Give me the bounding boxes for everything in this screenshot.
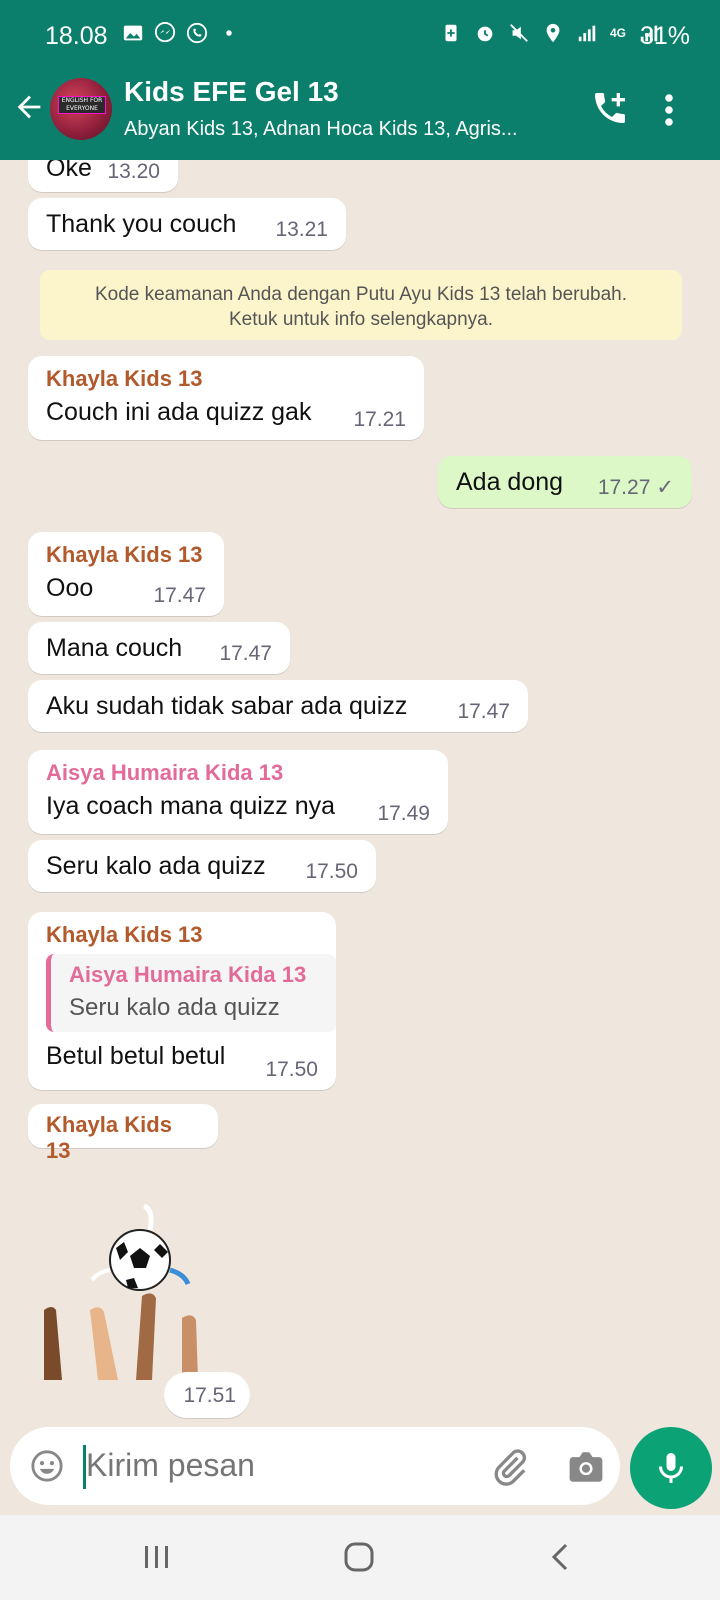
battery-percent: 31%: [639, 22, 690, 50]
message-bubble[interactable]: Khayla Kids 13: [28, 1104, 218, 1163]
quoted-message[interactable]: Aisya Humaira Kida 13 Seru kalo ada quiz…: [46, 954, 336, 1032]
sender-name: Khayla Kids 13: [46, 366, 203, 391]
sent-check-icon: ✓: [656, 476, 674, 499]
security-notice-hint: Ketuk untuk info selengkapnya.: [228, 309, 494, 330]
message-composer: [0, 1425, 720, 1515]
reply-message-bubble[interactable]: Khayla Kids 13 Aisya Humaira Kida 13 Ser…: [28, 912, 336, 1090]
group-avatar[interactable]: ENGLISH FOR EVERYONE: [50, 78, 112, 140]
soccer-ball-sticker[interactable]: [30, 1200, 230, 1380]
mic-icon: [659, 1453, 683, 1483]
system-nav-bar: [0, 1515, 720, 1600]
message-time: 17.49: [377, 802, 430, 825]
message-time: 13.21: [275, 218, 328, 241]
chat-header: ENGLISH FOR EVERYONE Kids EFE Gel 13 Aby…: [0, 72, 720, 160]
security-notice[interactable]: Kode keamanan Anda dengan Putu Ayu Kids …: [40, 270, 682, 340]
message-bubble[interactable]: Seru kalo ada quizz 17.50: [28, 840, 376, 892]
message-time: 17.21: [353, 408, 406, 431]
quoted-sender: Aisya Humaira Kida 13: [69, 962, 307, 987]
alarm-icon: [477, 26, 493, 42]
add-call-icon[interactable]: [590, 88, 630, 128]
battery-saver-icon: [445, 24, 457, 42]
location-icon: [546, 23, 560, 43]
message-time-value: 17.27: [597, 476, 651, 499]
signal-icon: [578, 25, 596, 42]
message-input-container[interactable]: [10, 1427, 620, 1505]
back-icon[interactable]: [548, 1541, 574, 1573]
message-text: Couch ini ada quizz gak: [46, 398, 312, 426]
recents-icon[interactable]: [142, 1543, 172, 1571]
chat-area[interactable]: Oke 13.20 Thank you couch 13.21 Kode kea…: [0, 160, 720, 1425]
sender-name: Aisya Humaira Kida 13: [46, 760, 284, 785]
message-bubble[interactable]: Khayla Kids 13 Couch ini ada quizz gak 1…: [28, 356, 424, 440]
message-time: 17.47: [153, 584, 206, 607]
mute-icon: [510, 24, 528, 42]
message-text: Aku sudah tidak sabar ada quizz: [46, 692, 408, 720]
status-bar: 18.08 4G 31%: [0, 0, 720, 72]
avatar-logo-text: ENGLISH FOR EVERYONE: [58, 96, 106, 114]
message-bubble[interactable]: Oke 13.20: [28, 160, 178, 192]
message-bubble[interactable]: Khayla Kids 13 Ooo 17.47: [28, 532, 224, 616]
chat-title[interactable]: Kids EFE Gel 13: [124, 76, 339, 108]
attach-icon[interactable]: [490, 1447, 530, 1487]
emoji-icon[interactable]: [30, 1449, 64, 1483]
sender-name: Khayla Kids 13: [46, 1112, 172, 1163]
outgoing-message-bubble[interactable]: Ada dong 17.27 ✓: [438, 456, 692, 508]
home-icon[interactable]: [343, 1541, 375, 1573]
message-time: 17.51: [183, 1384, 236, 1407]
message-bubble[interactable]: Mana couch 17.47: [28, 622, 290, 674]
whatsapp-icon: [186, 22, 208, 44]
message-time: 17.47: [219, 642, 272, 665]
gallery-icon: [123, 25, 143, 41]
chat-members[interactable]: Abyan Kids 13, Adnan Hoca Kids 13, Agris…: [124, 118, 564, 141]
messenger-icon: [154, 22, 176, 43]
more-vert-icon[interactable]: [662, 92, 676, 128]
message-bubble[interactable]: Thank you couch 13.21: [28, 198, 346, 250]
message-bubble[interactable]: Aisya Humaira Kida 13 Iya coach mana qui…: [28, 750, 448, 834]
sender-name: Khayla Kids 13: [46, 922, 203, 947]
message-time: 13.20: [107, 160, 160, 183]
message-time: 17.50: [265, 1058, 318, 1081]
sender-name: Khayla Kids 13: [46, 542, 203, 567]
message-time: 17.47: [457, 700, 510, 723]
message-text: Iya coach mana quizz nya: [46, 792, 336, 820]
message-time: 17.27 ✓: [598, 475, 674, 500]
back-arrow-icon[interactable]: [12, 90, 46, 124]
security-notice-text: Kode keamanan Anda dengan Putu Ayu Kids …: [94, 284, 628, 305]
mic-button[interactable]: [630, 1427, 712, 1509]
camera-icon[interactable]: [566, 1449, 606, 1485]
sticker-time-bubble: 17.51: [164, 1372, 250, 1418]
status-time: 18.08: [45, 22, 108, 50]
message-bubble[interactable]: Aku sudah tidak sabar ada quizz 17.47: [28, 680, 528, 732]
network-type: 4G: [609, 26, 626, 40]
message-time: 17.50: [305, 860, 358, 883]
dot-icon: [226, 30, 232, 36]
quoted-text: Seru kalo ada quizz: [69, 994, 280, 1021]
message-input[interactable]: [86, 1447, 466, 1484]
